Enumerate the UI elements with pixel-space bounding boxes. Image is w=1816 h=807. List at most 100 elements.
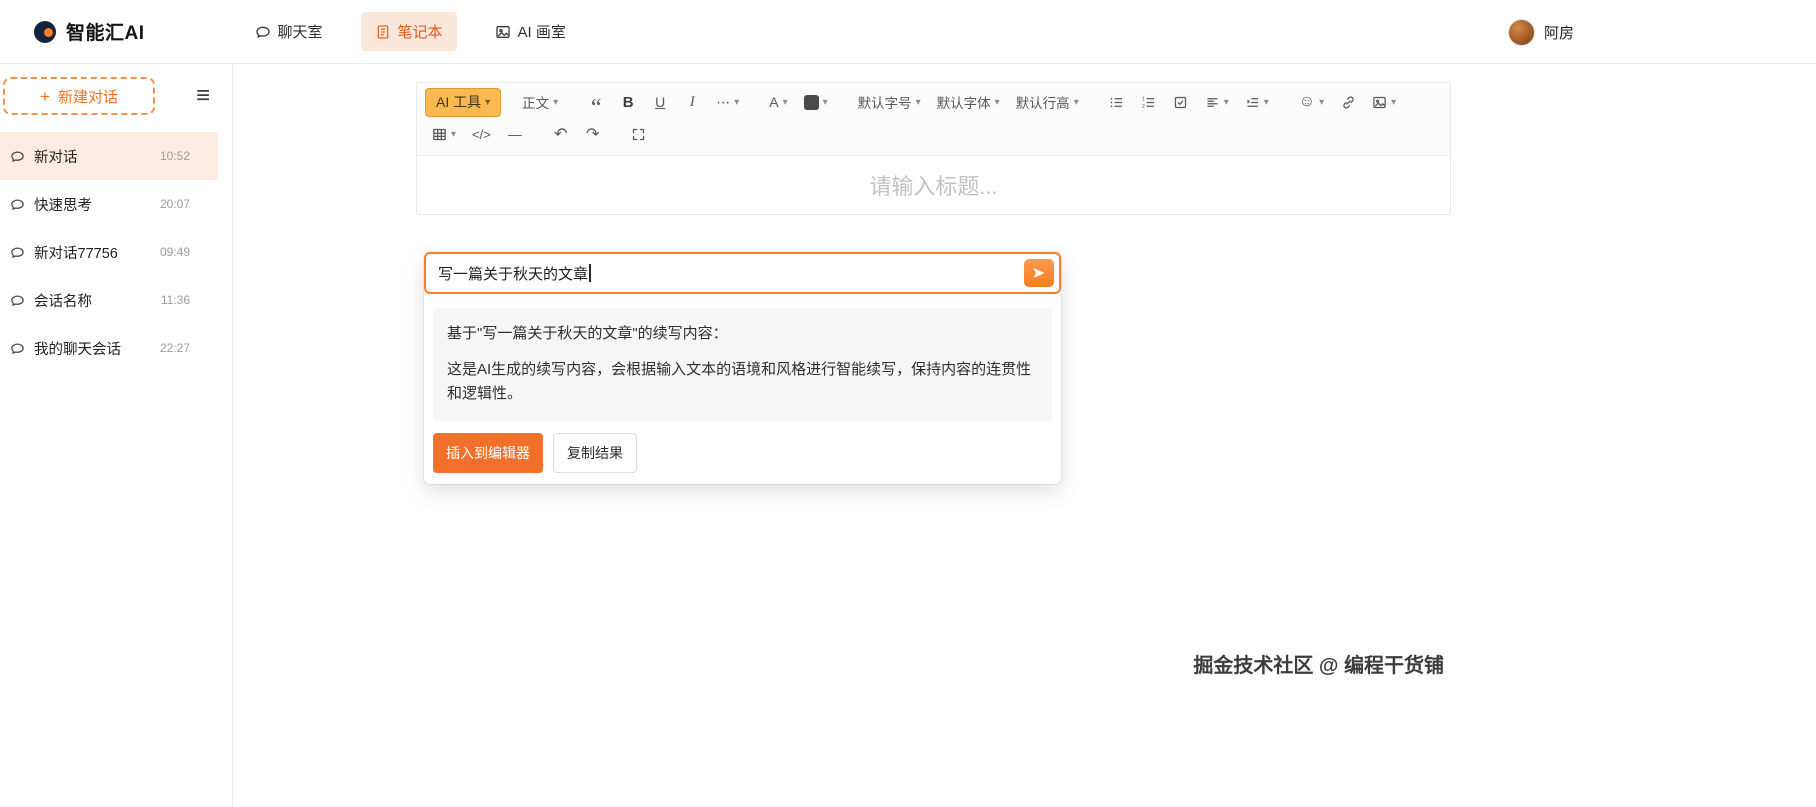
chat-bubble-icon <box>11 199 24 210</box>
paragraph-style-label: 正文 <box>522 96 550 111</box>
send-button[interactable] <box>1024 259 1054 287</box>
conversation-title: 会话名称 <box>34 293 92 310</box>
ai-result-box: 基于"写一篇关于秋天的文章"的续写内容： 这是AI生成的续写内容，会根据输入文本… <box>433 308 1052 421</box>
nav-item-notebook[interactable]: 笔记本 <box>360 12 457 51</box>
ai-writing-panel: 写一篇关于秋天的文章 基于"写一篇关于秋天的文章"的续写内容： 这是AI生成的续… <box>424 252 1061 484</box>
font-family-dropdown[interactable]: 默认字体 ▾ <box>930 87 1007 117</box>
redo-button[interactable]: ↷ <box>578 119 608 149</box>
nav-item-chatroom[interactable]: 聊天室 <box>241 12 337 51</box>
indent-icon <box>1247 97 1258 107</box>
fullscreen-button[interactable] <box>624 119 654 149</box>
paper-plane-icon <box>1033 268 1045 278</box>
undo-button[interactable]: ↶ <box>546 119 576 149</box>
background-color-dropdown[interactable]: ▾ <box>797 87 835 117</box>
chat-bubble-icon <box>11 295 24 306</box>
ordered-list-button[interactable]: 12 <box>1134 87 1164 117</box>
ai-tools-button[interactable]: AI 工具 ▾ <box>425 87 502 117</box>
conversation-item[interactable]: 快速思考 20:07 <box>0 180 218 228</box>
chevron-down-icon: ▾ <box>994 96 1000 108</box>
bullet-list-button[interactable] <box>1102 87 1132 117</box>
table-icon <box>433 128 446 140</box>
chevron-down-icon: ▾ <box>1073 96 1079 108</box>
font-family-label: 默认字体 <box>936 96 991 111</box>
quote-icon: “ <box>590 95 602 121</box>
watermark-text: 掘金技术社区 @ 编程干货铺 <box>1193 655 1444 677</box>
font-size-dropdown[interactable]: 默认字号 ▾ <box>851 87 928 117</box>
new-chat-label: 新建对话 <box>57 88 118 106</box>
new-chat-button[interactable]: + 新建对话 <box>3 77 155 115</box>
ordered-list-icon: 12 <box>1142 96 1155 110</box>
image-dropdown[interactable]: ▾ <box>1365 87 1403 117</box>
chevron-down-icon: ▾ <box>782 96 788 108</box>
svg-text:2: 2 <box>1142 104 1145 110</box>
code-icon: </> <box>472 126 491 142</box>
sidebar-header: + 新建对话 ≡ <box>0 64 232 128</box>
conversation-time: 09:49 <box>159 245 190 259</box>
italic-icon: I <box>689 93 695 110</box>
ai-prompt-input[interactable]: 写一篇关于秋天的文章 <box>424 252 1061 294</box>
font-color-icon: A <box>769 94 779 110</box>
conversation-time: 22:27 <box>159 341 190 355</box>
chevron-down-icon: ▾ <box>734 96 740 108</box>
table-dropdown[interactable]: ▾ <box>425 119 463 149</box>
toolbar-row-1: AI 工具 ▾ 正文 ▾ “ B U I ⋯ ▾ A ▾ ▾ 默认字号 ▾ 默认… <box>425 87 1442 121</box>
chevron-down-icon: ▾ <box>485 96 491 108</box>
top-navbar: 智能汇AI 聊天室 笔记本 AI 画室 阿房 <box>0 0 1816 64</box>
user-account[interactable]: 阿房 <box>1508 0 1574 64</box>
app-logo: 智能汇AI <box>34 18 145 45</box>
conversation-item[interactable]: 新对话77756 09:49 <box>0 228 218 276</box>
bold-icon: B <box>622 93 634 111</box>
link-icon <box>1343 96 1354 108</box>
todo-list-button[interactable] <box>1166 87 1196 117</box>
bold-button[interactable]: B <box>613 87 643 117</box>
conversation-item[interactable]: 我的聊天会话 22:27 <box>0 324 218 372</box>
emoji-dropdown[interactable]: ☺ ▾ <box>1292 87 1331 117</box>
conversation-title: 我的聊天会话 <box>34 341 121 358</box>
conversation-title: 新对话 <box>34 149 78 166</box>
chevron-down-icon: ▾ <box>553 96 559 108</box>
code-block-button[interactable]: </> <box>465 119 498 149</box>
line-height-dropdown[interactable]: 默认行高 ▾ <box>1009 87 1086 117</box>
undo-icon: ↶ <box>554 126 568 143</box>
paragraph-style-dropdown[interactable]: 正文 ▾ <box>515 87 565 117</box>
chevron-down-icon: ▾ <box>915 96 921 108</box>
nav-item-ai-studio[interactable]: AI 画室 <box>481 12 580 51</box>
conversation-title: 新对话77756 <box>34 245 118 262</box>
sidebar-collapse-icon[interactable]: ≡ <box>196 84 210 108</box>
main-nav: 聊天室 笔记本 AI 画室 <box>241 12 580 51</box>
more-icon: ⋯ <box>716 93 731 110</box>
chevron-down-icon: ▾ <box>1263 96 1269 108</box>
horizontal-rule-icon: — <box>507 126 522 142</box>
title-input[interactable]: 请输入标题... <box>417 156 1450 214</box>
conversation-sidebar: + 新建对话 ≡ 新对话 10:52 快速思考 20:07 新对话77756 0… <box>0 64 233 807</box>
copy-result-button[interactable]: 复制结果 <box>553 432 637 473</box>
fullscreen-icon <box>633 128 645 140</box>
user-avatar[interactable] <box>1508 18 1535 46</box>
title-placeholder: 请输入标题... <box>869 174 998 199</box>
link-button[interactable] <box>1333 87 1363 117</box>
chevron-down-icon: ▾ <box>1319 96 1325 108</box>
conversation-item[interactable]: 新对话 10:52 <box>0 132 218 180</box>
emoji-icon: ☺ <box>1298 93 1316 110</box>
conversation-item[interactable]: 会话名称 11:36 <box>0 276 218 324</box>
ai-actions-row: 插入到编辑器 复制结果 <box>433 432 1052 473</box>
italic-button[interactable]: I <box>677 87 707 117</box>
chat-bubble-icon <box>11 343 24 354</box>
more-styles-dropdown[interactable]: ⋯ ▾ <box>709 87 746 117</box>
editor-header-box: AI 工具 ▾ 正文 ▾ “ B U I ⋯ ▾ A ▾ ▾ 默认字号 ▾ 默认… <box>416 82 1451 215</box>
align-dropdown[interactable]: ▾ <box>1198 87 1236 117</box>
insert-to-editor-button[interactable]: 插入到编辑器 <box>433 432 543 473</box>
conversation-time: 10:52 <box>159 149 190 163</box>
font-color-dropdown[interactable]: A ▾ <box>762 87 794 117</box>
nav-item-label: 笔记本 <box>397 24 443 41</box>
background-color-icon <box>803 94 819 110</box>
indent-dropdown[interactable]: ▾ <box>1238 87 1276 117</box>
blockquote-button[interactable]: “ <box>581 87 611 121</box>
underline-icon: U <box>655 94 666 110</box>
divider-button[interactable]: — <box>500 119 530 149</box>
align-icon <box>1207 97 1218 107</box>
underline-button[interactable]: U <box>645 87 675 117</box>
ai-result-body: 这是AI生成的续写内容，会根据输入文本的语境和风格进行智能续写，保持内容的连贯性… <box>447 361 1032 402</box>
bullet-list-icon <box>1110 97 1123 107</box>
user-name: 阿房 <box>1544 24 1575 42</box>
